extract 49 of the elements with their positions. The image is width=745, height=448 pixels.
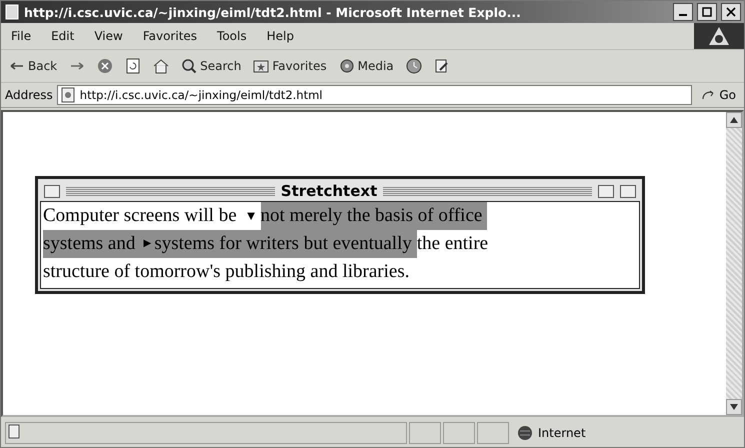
menu-item[interactable]: Edit: [41, 29, 84, 43]
history-button[interactable]: [404, 58, 424, 74]
status-pane: [443, 422, 475, 444]
back-button[interactable]: Back: [7, 58, 60, 74]
search-button[interactable]: Search: [179, 58, 244, 74]
panel-title: Stretchtext: [280, 182, 378, 200]
go-button[interactable]: Go: [696, 87, 740, 103]
stop-icon: [97, 58, 114, 74]
body-text: Computer screens will be: [43, 204, 238, 228]
menu-item[interactable]: File: [1, 29, 42, 43]
maximize-button[interactable]: [697, 3, 717, 21]
address-label: Address: [5, 88, 53, 102]
zone-label: Internet: [538, 426, 586, 440]
maximize-icon: [702, 7, 712, 17]
collapsed-toggle[interactable]: ▶: [140, 230, 154, 258]
page-icon: [4, 4, 20, 20]
media-button[interactable]: Media: [336, 58, 396, 74]
scrollbar[interactable]: [726, 112, 742, 415]
close-icon: [726, 7, 736, 17]
menu-item[interactable]: Favorites: [132, 29, 208, 43]
favorites-button[interactable]: Favorites: [251, 58, 329, 74]
menu-item[interactable]: View: [84, 29, 133, 43]
minimize-button[interactable]: [673, 3, 693, 21]
home-icon: [153, 58, 170, 74]
close-box[interactable]: [44, 184, 60, 198]
refresh-icon: [125, 58, 142, 74]
status-pane: [409, 422, 441, 444]
highlighted-text: not merely the basis of office: [260, 202, 488, 230]
media-icon: [338, 58, 355, 74]
globe-icon: [517, 425, 533, 441]
history-icon: [406, 58, 422, 74]
page-icon: [60, 87, 76, 103]
search-icon: [181, 58, 198, 74]
page-icon: [6, 423, 22, 439]
minimize-icon: [679, 14, 687, 16]
body-text: the entire: [416, 232, 490, 256]
collapse-box[interactable]: [620, 184, 636, 198]
highlighted-text: systems and: [43, 230, 140, 258]
browser-logo: [694, 23, 744, 49]
body-text: structure of tomorrow's publishing and libraries.: [43, 260, 410, 284]
address-field[interactable]: http://i.csc.uvic.ca/~jinxing/eiml/tdt2.html: [56, 85, 692, 105]
edit-icon: [434, 58, 450, 74]
close-button[interactable]: [721, 3, 741, 21]
zoom-box[interactable]: [598, 184, 614, 198]
highlighted-text: systems for writers but eventually: [154, 230, 417, 258]
status-pane: [477, 422, 509, 444]
window-title: http://i.csc.uvic.ca/~jinxing/eiml/tdt2.html - Microsoft Internet Explo...: [24, 4, 522, 20]
menu-item[interactable]: Help: [256, 29, 304, 43]
menu-item[interactable]: Tools: [207, 29, 257, 43]
